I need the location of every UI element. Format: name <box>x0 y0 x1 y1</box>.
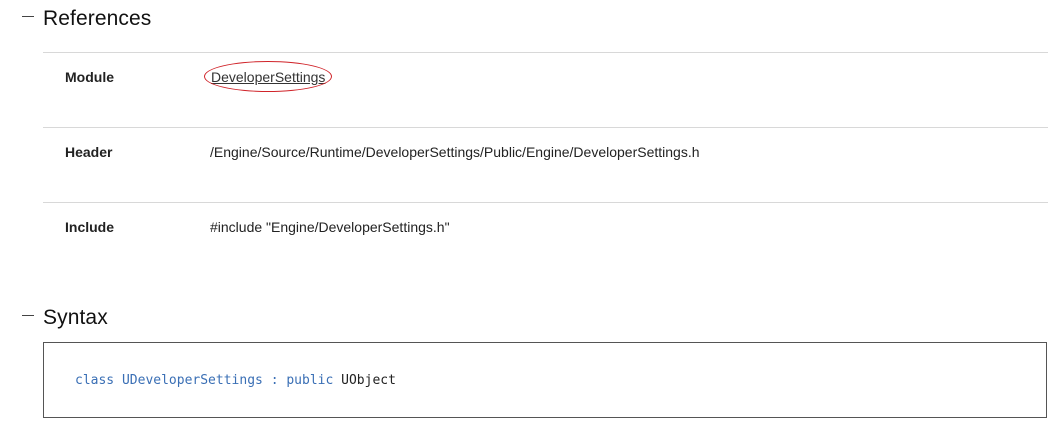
module-link-text: DeveloperSettings <box>211 69 326 85</box>
class-keyword: class <box>75 373 115 388</box>
header-label: Header <box>65 144 113 160</box>
include-statement: #include "Engine/DeveloperSettings.h" <box>210 219 450 235</box>
reference-row-include: Include #include "Engine/DeveloperSettin… <box>43 202 1048 277</box>
syntax-section-heading: Syntax <box>22 303 108 333</box>
class-name: UDeveloperSettings <box>121 373 263 388</box>
syntax-heading-text: Syntax <box>43 306 108 329</box>
module-value: DeveloperSettings <box>204 61 333 92</box>
module-link[interactable]: DeveloperSettings <box>204 61 333 92</box>
collapse-icon[interactable] <box>22 15 34 17</box>
collapse-icon[interactable] <box>22 314 34 316</box>
base-class-name: UObject <box>341 373 396 388</box>
public-keyword: public <box>286 373 334 388</box>
references-table: Module DeveloperSettings Header /Engine/… <box>43 52 1048 277</box>
references-section-heading: References <box>22 4 151 34</box>
reference-row-header: Header /Engine/Source/Runtime/DeveloperS… <box>43 127 1048 202</box>
class-declaration: class UDeveloperSettings : public UObjec… <box>75 373 396 388</box>
syntax-code-block: class UDeveloperSettings : public UObjec… <box>43 342 1047 418</box>
include-label: Include <box>65 219 115 235</box>
api-reference-page: References Module DeveloperSettings Head… <box>0 0 1061 432</box>
module-label: Module <box>65 69 114 85</box>
reference-row-module: Module DeveloperSettings <box>43 52 1048 127</box>
inheritance-colon: : <box>270 373 279 388</box>
header-path: /Engine/Source/Runtime/DeveloperSettings… <box>210 144 700 160</box>
references-heading-text: References <box>43 7 152 30</box>
